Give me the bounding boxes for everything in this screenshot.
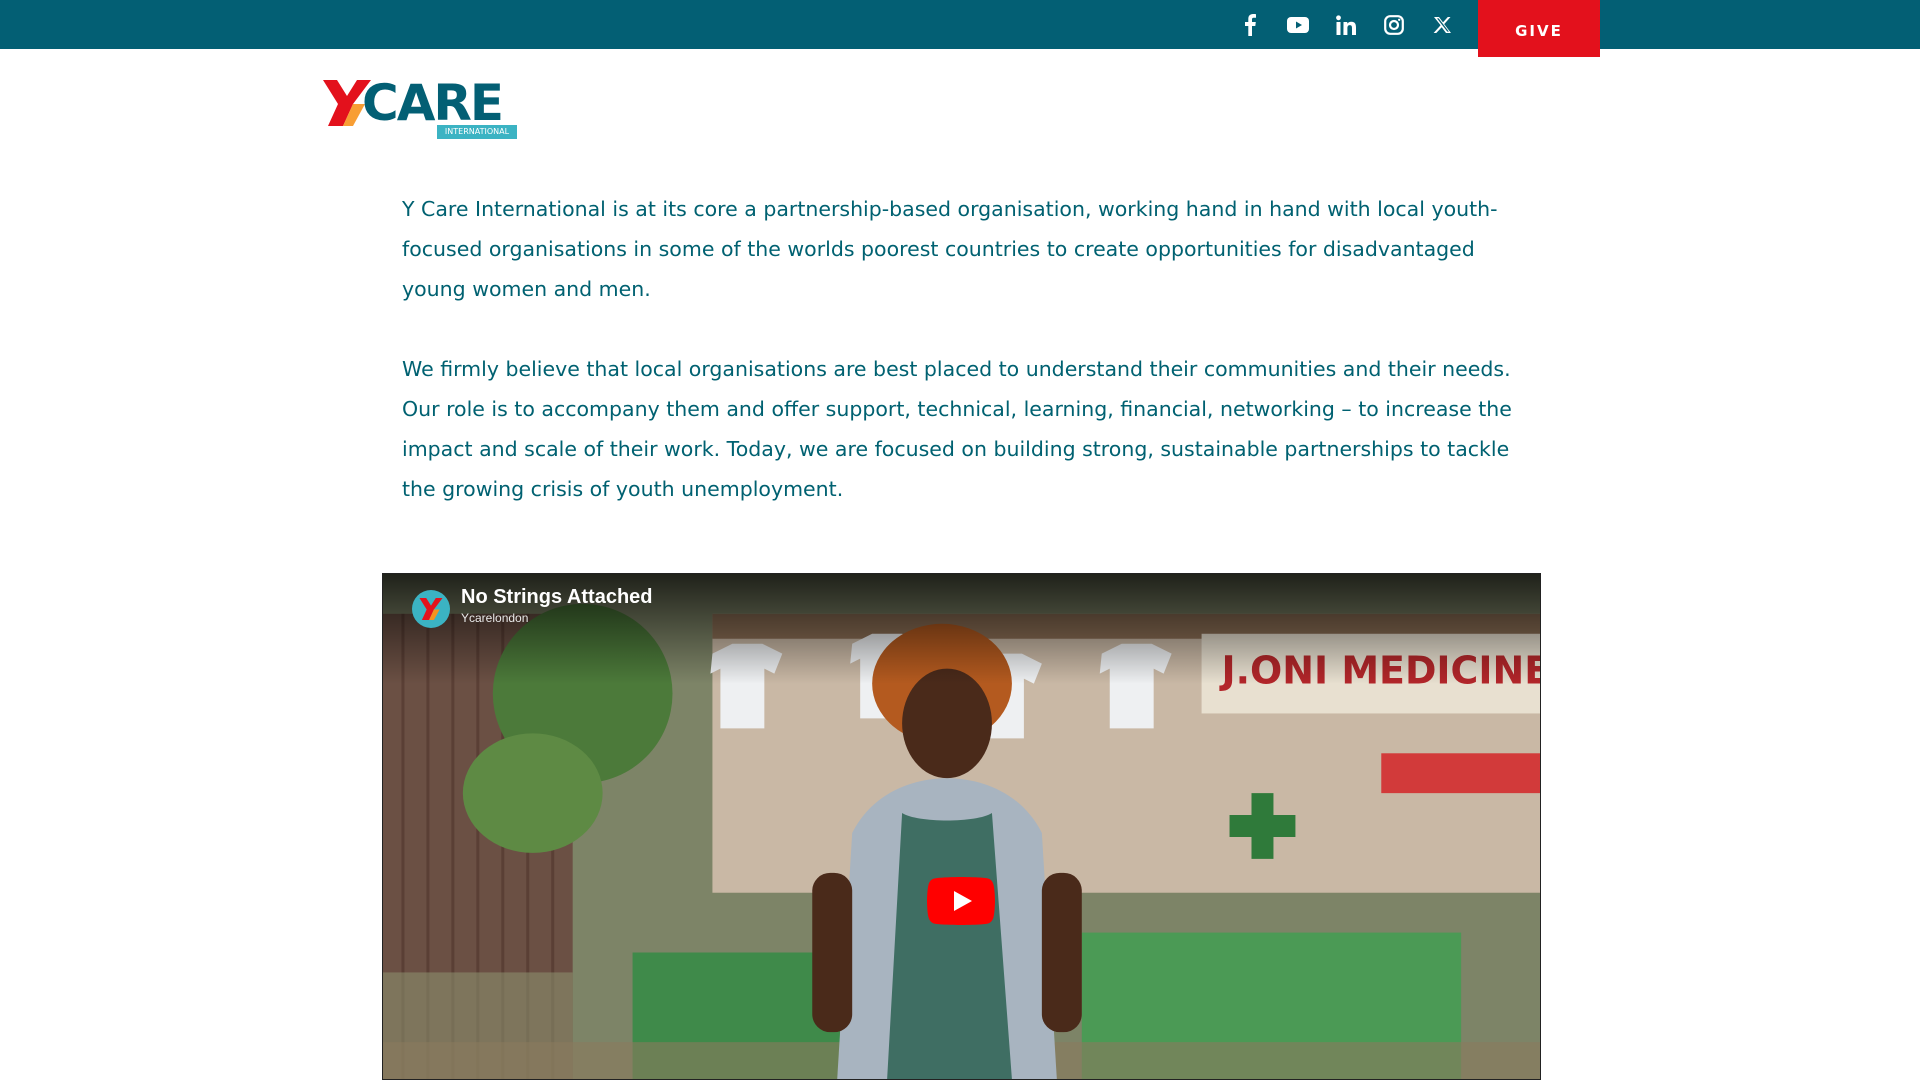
facebook-icon[interactable]	[1235, 10, 1265, 40]
youtube-icon[interactable]	[1283, 10, 1313, 40]
play-icon[interactable]	[927, 877, 995, 925]
linkedin-icon[interactable]	[1331, 10, 1361, 40]
intro-content: Y Care International is at its core a pa…	[402, 189, 1532, 549]
give-button[interactable]: GIVE	[1478, 0, 1600, 57]
top-bar	[0, 0, 1920, 49]
video-title[interactable]: No Strings Attached	[461, 586, 653, 609]
ycare-logo[interactable]: CARE INTERNATIONAL	[323, 74, 518, 140]
logo-subtitle: INTERNATIONAL	[437, 125, 517, 139]
logo-wordmark: CARE	[362, 74, 504, 132]
intro-paragraph: Y Care International is at its core a pa…	[402, 197, 1498, 301]
instagram-icon[interactable]	[1379, 10, 1409, 40]
channel-avatar[interactable]	[412, 590, 450, 628]
intro-paragraph: We firmly believe that local organisatio…	[402, 357, 1512, 501]
video-embed[interactable]: J.ONI MEDICINES No Strings Attached Ycar…	[382, 573, 1541, 1080]
video-channel-name[interactable]: Ycarelondon	[461, 611, 528, 625]
x-icon[interactable]	[1427, 10, 1457, 40]
